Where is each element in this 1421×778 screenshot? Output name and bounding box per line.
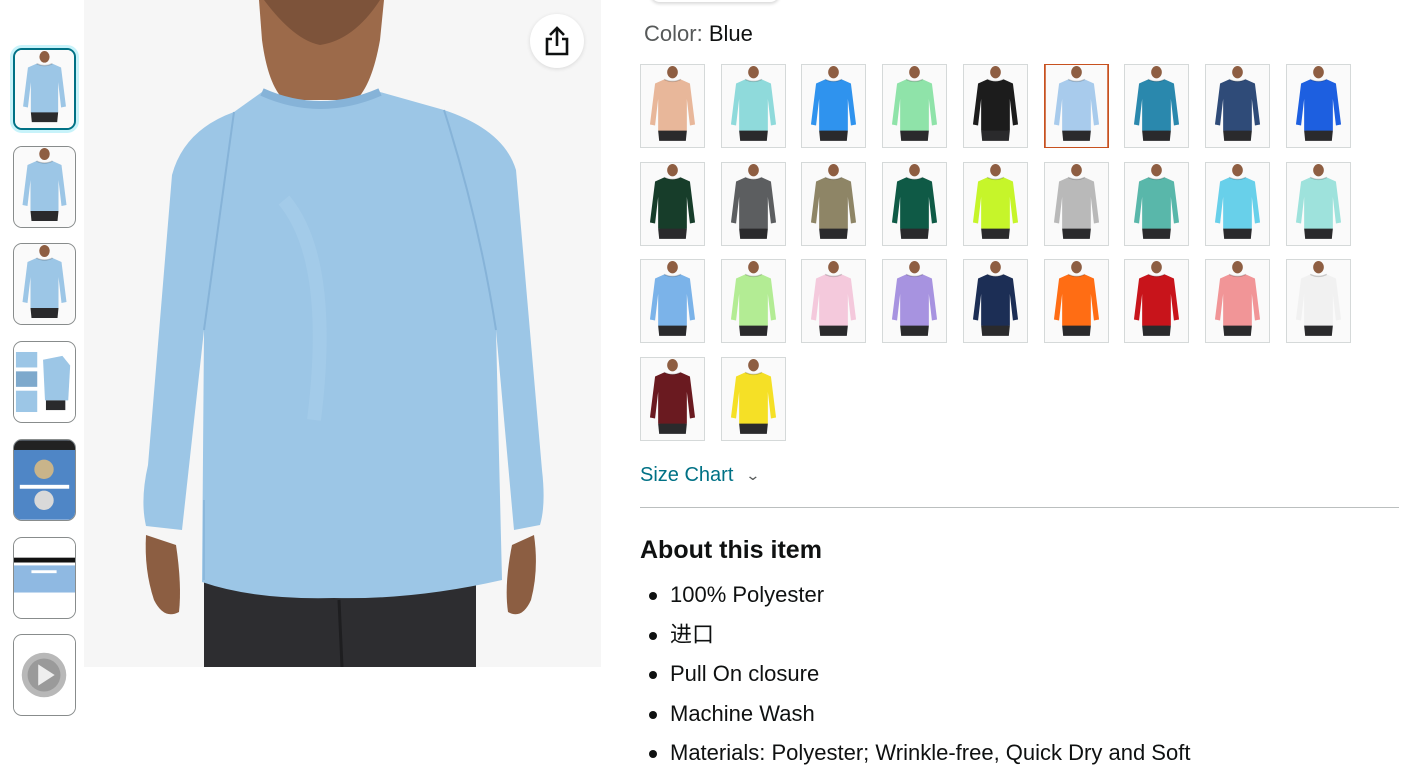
- color-swatch-7[interactable]: [1124, 64, 1190, 148]
- shirt-image: [641, 357, 704, 440]
- shirt-image: [1287, 260, 1349, 342]
- play-video-icon: [14, 635, 75, 715]
- shirt-image: [883, 65, 946, 147]
- color-swatch-29[interactable]: [720, 356, 786, 441]
- shirt-image: [803, 162, 865, 245]
- about-bullet: Pull On closure: [645, 654, 1190, 694]
- about-bullet: Machine Wash: [645, 694, 1190, 734]
- color-swatch-4[interactable]: [882, 64, 948, 148]
- shirt-image: [964, 162, 1027, 245]
- color-swatch-14[interactable]: [962, 161, 1028, 246]
- about-bullet: 100% Polyester: [645, 575, 1190, 615]
- color-swatch-26[interactable]: [1204, 259, 1270, 343]
- color-swatch-27[interactable]: [1285, 259, 1351, 343]
- color-swatch-10[interactable]: [640, 161, 705, 246]
- color-swatch-16[interactable]: [1124, 161, 1190, 246]
- color-swatch-1[interactable]: [640, 64, 705, 148]
- color-swatch-23[interactable]: [962, 259, 1028, 343]
- shirt-image: [14, 244, 75, 325]
- share-button[interactable]: [530, 14, 584, 68]
- about-bullets: 100% Polyester 进口 Pull On closure Machine W…: [645, 575, 1190, 773]
- thumbnail-4[interactable]: [13, 341, 76, 424]
- shirt-image: [1125, 65, 1188, 147]
- color-swatch-20[interactable]: [720, 259, 786, 343]
- color-swatch-12[interactable]: [801, 161, 867, 246]
- shirt-image: [964, 260, 1027, 342]
- color-swatch-19[interactable]: [640, 259, 705, 343]
- thumbnail-6[interactable]: [13, 536, 76, 619]
- shirt-image: [14, 146, 75, 227]
- color-swatch-5[interactable]: [962, 64, 1028, 148]
- about-bullet: Materials: Polyester; Wrinkle-free, Quic…: [645, 733, 1190, 773]
- shirt-image: [1287, 162, 1349, 245]
- color-swatch-6[interactable]: [1043, 64, 1109, 148]
- color-swatch-3[interactable]: [801, 64, 867, 148]
- color-swatch-18[interactable]: [1285, 161, 1351, 246]
- section-divider: [640, 507, 1399, 508]
- color-swatch-24[interactable]: [1043, 259, 1109, 343]
- shirt-image: [1125, 162, 1188, 245]
- color-swatch-25[interactable]: [1124, 259, 1190, 343]
- shirt-image: [1206, 260, 1269, 342]
- color-swatch-22[interactable]: [882, 259, 948, 343]
- color-swatch-17[interactable]: [1204, 161, 1270, 246]
- color-swatch-15[interactable]: [1043, 161, 1109, 246]
- thumbnail-2[interactable]: [13, 145, 76, 228]
- about-bullet: 进口: [645, 615, 1190, 655]
- color-swatch-8[interactable]: [1204, 64, 1270, 148]
- color-key: Color:: [644, 21, 703, 46]
- shirt-image: [722, 260, 784, 342]
- color-swatch-grid: [640, 64, 1360, 444]
- shirt-image: [803, 65, 865, 147]
- shirt-image: [1045, 162, 1107, 245]
- main-product-image[interactable]: [84, 0, 601, 667]
- shirt-image: [15, 50, 74, 128]
- shirt-image: [1206, 65, 1269, 147]
- thumbnail-3[interactable]: [13, 243, 76, 326]
- shirt-image: [1045, 260, 1107, 342]
- size-chart-toggle[interactable]: Size Chart ⌄: [640, 464, 761, 487]
- shirt-image: [1045, 65, 1107, 147]
- shirt-image: [803, 260, 865, 342]
- shirt-image: [722, 357, 784, 440]
- shirt-image: [883, 162, 946, 245]
- shirt-image: [883, 260, 946, 342]
- chevron-down-icon: ⌄: [745, 467, 761, 483]
- color-swatch-28[interactable]: [640, 356, 705, 441]
- size-chart-label: Size Chart: [640, 464, 734, 486]
- thumbnail-7[interactable]: [13, 634, 76, 717]
- fabric-closeup-image: [14, 440, 75, 520]
- shirt-image: [1125, 260, 1188, 342]
- color-selection-label: Color: Blue: [644, 20, 753, 48]
- shirt-image: [641, 65, 704, 147]
- top-scroll-edge: [650, 0, 780, 2]
- shirt-photo: [84, 0, 601, 667]
- selected-color-value: Blue: [708, 21, 753, 46]
- color-swatch-9[interactable]: [1285, 64, 1351, 148]
- about-title: About this item: [640, 536, 822, 564]
- shirt-image: [641, 260, 704, 342]
- shirt-image: [964, 65, 1027, 147]
- shirt-image: [722, 162, 784, 245]
- color-swatch-11[interactable]: [720, 161, 786, 246]
- thumbnail-1[interactable]: [13, 48, 76, 130]
- shirt-image: [1287, 65, 1349, 147]
- shirt-image: [1206, 162, 1269, 245]
- color-swatch-2[interactable]: [720, 64, 786, 148]
- shirt-image: [722, 65, 784, 147]
- color-swatch-13[interactable]: [882, 161, 948, 246]
- fabric-banner-image: [14, 537, 75, 618]
- thumbnail-5[interactable]: [13, 438, 76, 521]
- share-icon: [545, 26, 569, 56]
- shirt-image: [641, 162, 704, 245]
- color-swatch-21[interactable]: [801, 259, 867, 343]
- detail-collage-image: [14, 342, 75, 422]
